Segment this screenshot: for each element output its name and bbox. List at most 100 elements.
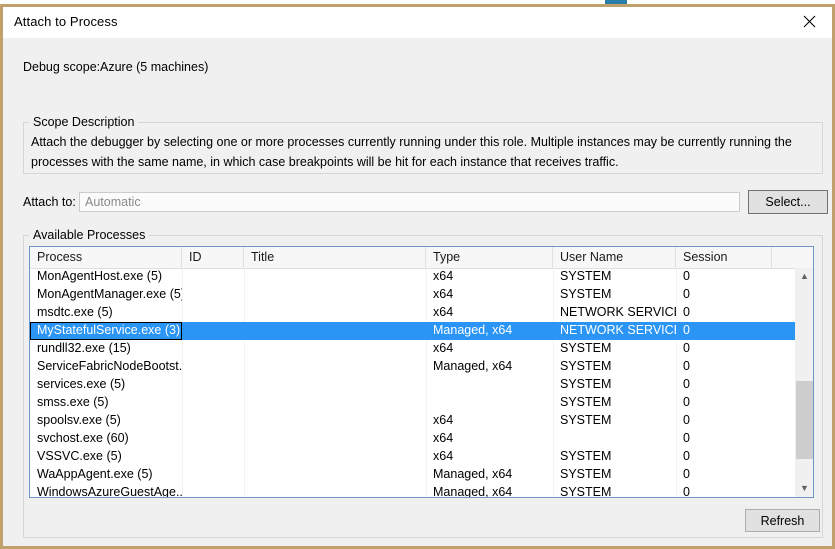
cell-title bbox=[244, 340, 426, 358]
select-button[interactable]: Select... bbox=[748, 190, 828, 214]
attach-to-process-dialog: Attach to Process Debug scope: Azure (5 … bbox=[0, 4, 835, 549]
cell-process: svchost.exe (60) bbox=[37, 431, 129, 445]
dialog-title: Attach to Process bbox=[14, 14, 118, 29]
scope-description-text: Attach the debugger by selecting one or … bbox=[31, 135, 792, 169]
chevron-up-icon[interactable]: ▲ bbox=[796, 268, 813, 285]
cell-session: 0 bbox=[683, 377, 690, 391]
refresh-button[interactable]: Refresh bbox=[745, 509, 820, 532]
cell-user: SYSTEM bbox=[560, 467, 612, 481]
cell-id bbox=[182, 304, 244, 322]
table-row[interactable]: msdtc.exe (5) x64 NETWORK SERVICE 0 bbox=[30, 304, 798, 322]
cell-type: Managed, x64 bbox=[433, 323, 513, 337]
cell-id bbox=[182, 412, 244, 430]
cell-session: 0 bbox=[683, 467, 690, 481]
cell-title bbox=[244, 304, 426, 322]
table-row[interactable]: ServiceFabricNodeBootst... Managed, x64 SY… bbox=[30, 358, 798, 376]
cell-session: 0 bbox=[683, 287, 690, 301]
cell-process: VSSVC.exe (5) bbox=[37, 449, 122, 463]
cell-id bbox=[182, 322, 244, 340]
cell-type bbox=[426, 376, 553, 394]
cell-process: WaAppAgent.exe (5) bbox=[37, 467, 153, 481]
table-row[interactable]: smss.exe (5) SYSTEM 0 bbox=[30, 394, 798, 412]
chevron-down-icon[interactable]: ▼ bbox=[796, 480, 813, 497]
close-icon[interactable] bbox=[786, 7, 832, 36]
cell-type bbox=[426, 394, 553, 412]
cell-process: MonAgentHost.exe (5) bbox=[37, 269, 163, 283]
cell-user: SYSTEM bbox=[560, 359, 612, 373]
cell-user: SYSTEM bbox=[560, 395, 612, 409]
cell-session: 0 bbox=[683, 359, 690, 373]
column-header-user[interactable]: User Name bbox=[553, 247, 676, 268]
cell-user: SYSTEM bbox=[560, 341, 612, 355]
cell-title bbox=[244, 484, 426, 497]
cell-process: ServiceFabricNodeBootst... bbox=[37, 359, 182, 373]
table-row[interactable]: MonAgentHost.exe (5) x64 SYSTEM 0 bbox=[30, 268, 798, 286]
debug-scope-value: Azure (5 machines) bbox=[100, 60, 209, 74]
table-row[interactable]: WindowsAzureGuestAge... Managed, x64 SYSTE… bbox=[30, 484, 798, 497]
scrollbar-thumb[interactable] bbox=[796, 381, 813, 459]
cell-user bbox=[553, 430, 676, 448]
cell-user: SYSTEM bbox=[560, 413, 612, 427]
cell-user: SYSTEM bbox=[560, 377, 612, 391]
attach-to-input[interactable]: Automatic bbox=[79, 192, 740, 212]
cell-id bbox=[182, 376, 244, 394]
cell-title bbox=[244, 448, 426, 466]
cell-session: 0 bbox=[683, 323, 690, 337]
cell-title bbox=[244, 394, 426, 412]
table-row[interactable]: svchost.exe (60) x64 0 bbox=[30, 430, 798, 448]
cell-session: 0 bbox=[683, 341, 690, 355]
cell-type: x64 bbox=[433, 341, 454, 355]
process-list-rows: MonAgentHost.exe (5) x64 SYSTEM 0 MonAgentMa… bbox=[30, 268, 798, 497]
cell-process: rundll32.exe (15) bbox=[37, 341, 131, 355]
cell-session: 0 bbox=[683, 413, 690, 427]
cell-session: 0 bbox=[683, 395, 690, 409]
cell-id bbox=[182, 430, 244, 448]
cell-title bbox=[244, 358, 426, 376]
process-list-scrollbar[interactable]: ▲ ▼ bbox=[795, 268, 813, 497]
table-row[interactable]: MonAgentManager.exe (5) x64 SYSTEM 0 bbox=[30, 286, 798, 304]
cell-user: SYSTEM bbox=[560, 485, 612, 497]
cell-id bbox=[182, 448, 244, 466]
dialog-titlebar: Attach to Process bbox=[3, 7, 832, 38]
cell-process: smss.exe (5) bbox=[37, 395, 109, 409]
cell-type: x64 bbox=[433, 269, 454, 283]
table-row[interactable]: spoolsv.exe (5) x64 SYSTEM 0 bbox=[30, 412, 798, 430]
cell-type: x64 bbox=[433, 449, 454, 463]
table-row[interactable]: services.exe (5) SYSTEM 0 bbox=[30, 376, 798, 394]
cell-type: x64 bbox=[433, 431, 454, 445]
cell-id bbox=[182, 268, 244, 286]
cell-title bbox=[244, 286, 426, 304]
cell-id bbox=[182, 484, 244, 497]
cell-session: 0 bbox=[683, 431, 690, 445]
column-header-process[interactable]: Process bbox=[30, 247, 182, 268]
cell-title bbox=[244, 430, 426, 448]
cell-user: NETWORK SERVICE bbox=[560, 305, 676, 319]
cell-type: x64 bbox=[433, 287, 454, 301]
cell-session: 0 bbox=[683, 449, 690, 463]
table-row[interactable]: WaAppAgent.exe (5) Managed, x64 SYSTEM 0 bbox=[30, 466, 798, 484]
cell-title bbox=[244, 466, 426, 484]
process-list[interactable]: Process ID Title Type User Name Session MonAg… bbox=[29, 246, 814, 498]
cell-type: Managed, x64 bbox=[433, 467, 513, 481]
column-header-id[interactable]: ID bbox=[182, 247, 244, 268]
column-header-session[interactable]: Session bbox=[676, 247, 772, 268]
column-header-type[interactable]: Type bbox=[426, 247, 553, 268]
cell-title bbox=[244, 412, 426, 430]
cell-process: WindowsAzureGuestAge... bbox=[37, 485, 182, 497]
cell-title bbox=[244, 322, 426, 340]
cell-process: MyStatefulService.exe (3) bbox=[30, 322, 182, 340]
table-row[interactable]: MyStatefulService.exe (3) Managed, x64 NET… bbox=[30, 322, 798, 340]
cell-id bbox=[182, 394, 244, 412]
available-processes-caption: Available Processes bbox=[29, 228, 150, 242]
cell-type: Managed, x64 bbox=[433, 485, 513, 497]
cell-session: 0 bbox=[683, 485, 690, 497]
cell-type: x64 bbox=[433, 413, 454, 427]
cell-title bbox=[244, 376, 426, 394]
table-row[interactable]: rundll32.exe (15) x64 SYSTEM 0 bbox=[30, 340, 798, 358]
process-list-header: Process ID Title Type User Name Session bbox=[30, 247, 813, 269]
cell-title bbox=[244, 268, 426, 286]
cell-id bbox=[182, 358, 244, 376]
column-header-title[interactable]: Title bbox=[244, 247, 426, 268]
cell-user: SYSTEM bbox=[560, 287, 612, 301]
table-row[interactable]: VSSVC.exe (5) x64 SYSTEM 0 bbox=[30, 448, 798, 466]
